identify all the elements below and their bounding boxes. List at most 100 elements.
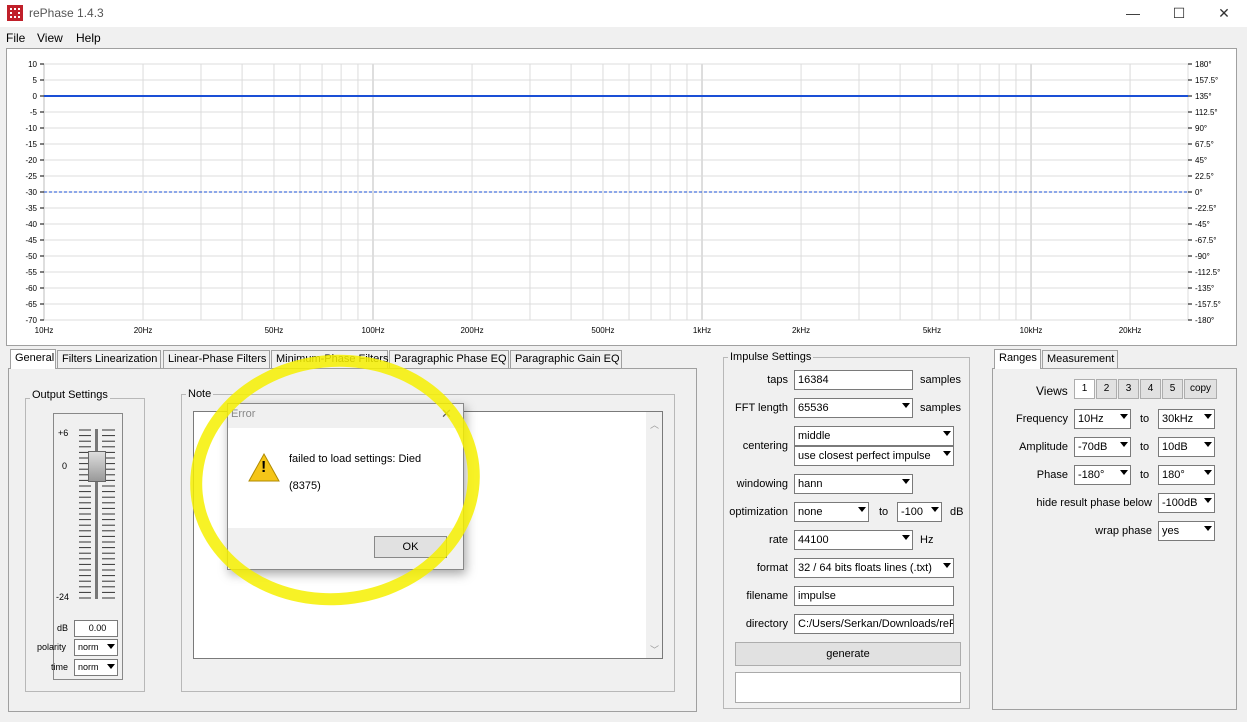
chevron-down-icon [1204,414,1212,419]
left-axis-label: -65 [25,300,37,309]
phase-to-label: to [1140,469,1150,481]
left-axis-label: -25 [25,172,37,181]
tab-ranges[interactable]: Ranges [994,349,1041,369]
view-2-button[interactable]: 2 [1096,379,1117,399]
scroll-down-icon[interactable]: ﹀ [650,643,659,656]
right-axis-label: 22.5° [1195,172,1214,181]
centering-select[interactable]: middle [794,426,954,446]
chevron-down-icon [1204,442,1212,447]
hide-phase-label: hide result phase below [1036,497,1152,509]
taps-label: taps [767,374,788,386]
filename-input[interactable]: impulse [794,586,954,606]
optimization-select[interactable]: none [794,502,869,522]
optimization-limit-value: -100 [901,506,924,518]
right-axis-label: 180° [1195,60,1212,69]
scale-top-label: +6 [58,428,69,438]
centering-mode-value: use closest perfect impulse [798,450,931,462]
left-axis-label: -40 [25,220,37,229]
tab-paragraphic-gain-eq[interactable]: Paragraphic Gain EQ [510,350,622,368]
fft-length-select[interactable]: 65536 [794,398,913,418]
tab-linear-phase-filters[interactable]: Linear-Phase Filters [163,350,270,368]
frequency-axis-label: 500Hz [591,326,614,335]
view-3-button[interactable]: 3 [1118,379,1139,399]
chevron-down-icon [902,403,910,408]
centering-mode-select[interactable]: use closest perfect impulse [794,446,954,466]
optimization-to-label: to [879,506,889,518]
format-select[interactable]: 32 / 64 bits floats lines (.txt) [794,558,954,578]
left-axis-label: -30 [25,188,37,197]
generate-button[interactable]: generate [735,642,961,666]
rate-select[interactable]: 44100 [794,530,913,550]
wrap-phase-value: yes [1162,525,1180,537]
windowing-select[interactable]: hann [794,474,913,494]
right-axis-label: 112.5° [1195,108,1218,117]
centering-value: middle [798,430,831,442]
frequency-to-select[interactable]: 30kHz [1158,409,1215,429]
chevron-down-icon [1120,414,1128,419]
phase-to-select[interactable]: 180° [1158,465,1215,485]
amplitude-to-select[interactable]: 10dB [1158,437,1215,457]
taps-unit: samples [920,374,961,386]
gain-slider-thumb[interactable] [88,451,106,482]
wrap-phase-select[interactable]: yes [1158,521,1215,541]
amplitude-from-select[interactable]: -70dB [1074,437,1131,457]
frequency-axis-label: 50Hz [265,326,284,335]
frequency-axis-label: 200Hz [460,326,483,335]
scale-zero-label: 0 [62,461,68,471]
frequency-axis-label: 2kHz [792,326,810,335]
filename-label: filename [746,590,788,602]
right-axis-label: 45° [1195,156,1207,165]
left-axis-label: -55 [25,268,37,277]
view-5-button[interactable]: 5 [1162,379,1183,399]
amplitude-label: Amplitude [1019,441,1068,453]
frequency-from-select[interactable]: 10Hz [1074,409,1131,429]
impulse-settings-title: Impulse Settings [728,351,814,363]
right-axis-label: -135° [1195,284,1214,293]
left-axis-label: -15 [25,140,37,149]
right-axis-label: 90° [1195,124,1207,133]
db-input[interactable]: 0.00 [74,620,118,637]
optimization-label: optimization [729,506,788,518]
format-value: 32 / 64 bits floats lines (.txt) [798,562,932,574]
windowing-label: windowing [736,478,788,490]
left-axis-label: 5 [33,76,38,85]
phase-from-select[interactable]: -180° [1074,465,1131,485]
scroll-up-icon[interactable]: ︿ [650,418,659,431]
tab-filters-linearization[interactable]: Filters Linearization [57,350,161,368]
frequency-to-value: 30kHz [1162,413,1194,425]
note-title: Note [186,388,214,400]
right-axis-label: 135° [1195,92,1212,101]
hide-phase-select[interactable]: -100dB [1158,493,1215,513]
note-scrollbar[interactable] [646,412,662,658]
tab-general[interactable]: General [10,349,56,369]
output-settings-title: Output Settings [30,389,110,401]
response-graph[interactable]: 10 180° 5 157.5° 0 135° -5 112.5° -10 90° -15 67.5°… [0,0,1247,346]
taps-input[interactable]: 16384 [794,370,913,390]
right-axis-label: 157.5° [1195,76,1218,85]
right-axis-label: -22.5° [1195,204,1216,213]
polarity-select[interactable]: norm [74,639,118,656]
copy-view-button[interactable]: copy [1184,379,1217,399]
rate-value: 44100 [798,534,829,546]
directory-input[interactable]: C:/Users/Serkan/Downloads/reP [794,614,954,634]
tab-paragraphic-phase-eq[interactable]: Paragraphic Phase EQ [389,350,509,368]
chevron-down-icon [1120,442,1128,447]
generate-status-field [735,672,961,703]
left-axis-label: -5 [30,108,38,117]
chevron-down-icon [943,431,951,436]
frequency-axis-label: 1kHz [693,326,711,335]
rate-label: rate [769,534,788,546]
time-select[interactable]: norm [74,659,118,676]
phase-to-value: 180° [1162,469,1185,481]
right-axis-label: -157.5° [1195,300,1221,309]
views-label: Views [1036,384,1068,398]
chevron-down-icon [943,563,951,568]
optimization-limit-select[interactable]: -100 [897,502,942,522]
view-1-button[interactable]: 1 [1074,379,1095,399]
chevron-down-icon [902,479,910,484]
frequency-axis-label: 10Hz [35,326,54,335]
optimization-unit: dB [950,506,964,518]
view-4-button[interactable]: 4 [1140,379,1161,399]
polarity-label: polarity [37,642,67,652]
tab-measurement[interactable]: Measurement [1042,350,1118,368]
